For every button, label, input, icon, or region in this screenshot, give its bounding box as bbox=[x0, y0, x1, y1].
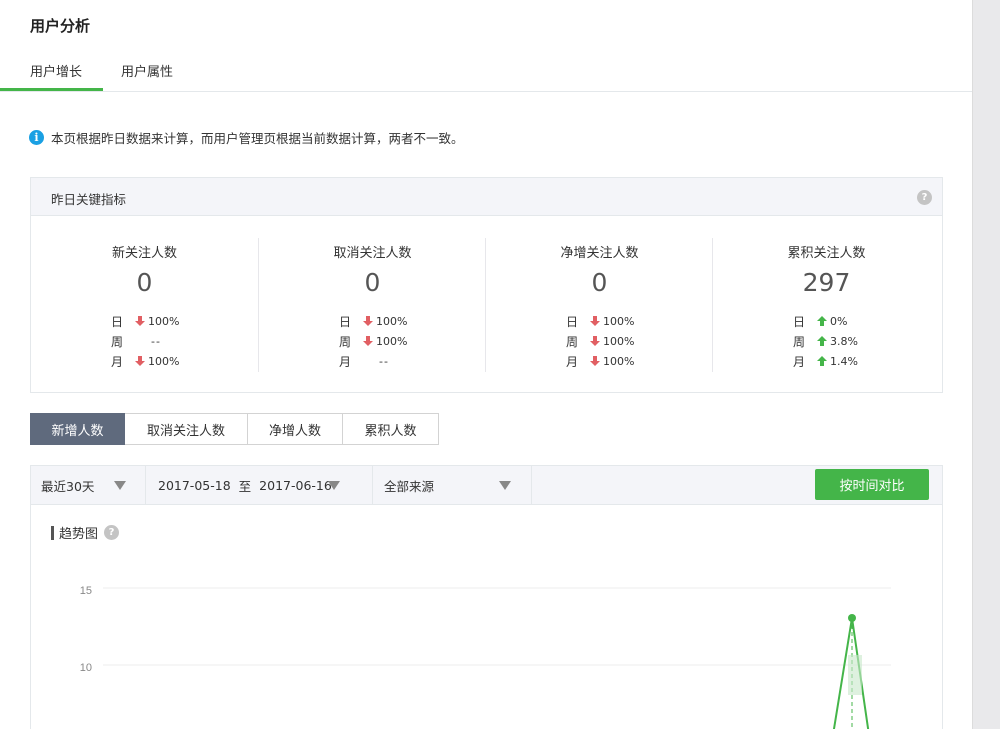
trend-row: 月 -- bbox=[339, 353, 389, 369]
metric-name: 取消关注人数 bbox=[333, 246, 412, 261]
chevron-down-icon bbox=[114, 481, 126, 490]
trend-period: 周 bbox=[793, 334, 806, 349]
trend-row: 日 100% bbox=[111, 313, 179, 329]
trend-row: 周 100% bbox=[339, 333, 407, 349]
watermark-mark bbox=[848, 655, 862, 695]
metric-card: 累积关注人数 297 日 0% 周 3.8% 月 1.4% bbox=[712, 238, 939, 372]
metric-card: 取消关注人数 0 日 100% 周 100% 月 -- bbox=[258, 238, 485, 372]
arrow-down-icon bbox=[135, 356, 145, 366]
arrow-up-icon bbox=[817, 356, 827, 366]
trend-value: 100% bbox=[603, 354, 635, 368]
compare-by-time-button[interactable]: 按时间对比 bbox=[815, 469, 929, 500]
key-metrics-title: 昨日关键指标 bbox=[51, 192, 127, 207]
arrow-down-icon bbox=[590, 336, 600, 346]
trend-row: 日 100% bbox=[339, 313, 407, 329]
trend-period: 月 bbox=[566, 354, 579, 369]
trend-value: 100% bbox=[603, 314, 635, 328]
trend-period: 月 bbox=[111, 354, 124, 369]
range-select[interactable]: 最近30天 bbox=[31, 466, 146, 504]
arrow-down-icon bbox=[590, 356, 600, 366]
page: 用户分析 用户增长 用户属性 i 本页根据昨日数据来计算，而用户管理页根据当前数… bbox=[0, 0, 1000, 729]
arrow-down-icon bbox=[590, 316, 600, 326]
arrow-up-icon bbox=[817, 336, 827, 346]
trend-value: -- bbox=[151, 334, 161, 348]
date-to: 2017-06-16 bbox=[259, 477, 332, 493]
segment-net-growth[interactable]: 净增人数 bbox=[248, 413, 343, 445]
trend-value: 3.8% bbox=[830, 334, 858, 348]
trend-period: 日 bbox=[111, 314, 124, 329]
segment-cumulative[interactable]: 累积人数 bbox=[343, 413, 439, 445]
trend-chart: 15 10 bbox=[80, 585, 891, 729]
metric-card: 新关注人数 0 日 100% 周 -- 月 100% bbox=[31, 238, 258, 372]
chevron-down-icon bbox=[328, 481, 340, 490]
date-from: 2017-05-18 bbox=[158, 477, 231, 493]
trend-row: 月 100% bbox=[111, 353, 179, 369]
tab-user-attributes[interactable]: 用户属性 bbox=[121, 61, 173, 80]
trend-row: 日 100% bbox=[566, 313, 634, 329]
trend-period: 日 bbox=[793, 314, 806, 329]
metric-name: 净增关注人数 bbox=[560, 246, 639, 261]
trend-period: 周 bbox=[339, 334, 352, 349]
trend-period: 周 bbox=[566, 334, 579, 349]
trend-value: 100% bbox=[148, 354, 180, 368]
trend-value: 100% bbox=[603, 334, 635, 348]
y-tick-10: 10 bbox=[80, 662, 92, 674]
filter-bar: 最近30天 2017-05-18 至 2017-06-16 全部来源 按时间对比 bbox=[30, 465, 943, 505]
source-select[interactable]: 全部来源 bbox=[373, 466, 532, 504]
page-title: 用户分析 bbox=[30, 17, 91, 35]
active-tab-indicator bbox=[0, 88, 103, 91]
metric-name: 累积关注人数 bbox=[787, 246, 866, 261]
trend-row: 周 -- bbox=[111, 333, 161, 349]
notice-text: 本页根据昨日数据来计算，而用户管理页根据当前数据计算，两者不一致。 bbox=[51, 131, 464, 146]
arrow-down-icon bbox=[363, 336, 373, 346]
trend-chart-panel: 趋势图 ? 15 10 bbox=[30, 505, 943, 729]
trend-value: 0% bbox=[830, 314, 848, 328]
range-select-value: 最近30天 bbox=[41, 478, 95, 494]
date-range-picker[interactable]: 2017-05-18 至 2017-06-16 bbox=[146, 466, 373, 504]
arrow-up-icon bbox=[817, 316, 827, 326]
trend-period: 周 bbox=[111, 334, 124, 349]
metric-value: 0 bbox=[591, 268, 608, 297]
arrow-down-icon bbox=[135, 316, 145, 326]
scrollbar[interactable] bbox=[972, 0, 1000, 729]
trend-row: 月 100% bbox=[566, 353, 634, 369]
metric-value: 0 bbox=[136, 268, 153, 297]
chevron-down-icon bbox=[499, 481, 511, 490]
trend-row: 周 100% bbox=[566, 333, 634, 349]
trend-value: -- bbox=[379, 354, 389, 368]
trend-period: 月 bbox=[793, 354, 806, 369]
trend-row: 月 1.4% bbox=[793, 353, 858, 369]
trend-row: 日 0% bbox=[793, 313, 847, 329]
trend-value: 1.4% bbox=[830, 354, 858, 368]
trend-period: 日 bbox=[566, 314, 579, 329]
source-select-value: 全部来源 bbox=[384, 478, 435, 494]
data-point[interactable] bbox=[848, 614, 856, 622]
trend-value: 100% bbox=[148, 314, 180, 328]
trend-value: 100% bbox=[376, 334, 408, 348]
key-metrics-panel: 昨日关键指标 ? 新关注人数 0 日 100% 周 -- 月 100% 取消关注人数 0 日 100%… bbox=[30, 177, 943, 393]
segment-new-users[interactable]: 新增人数 bbox=[30, 413, 125, 445]
y-tick-15: 15 bbox=[80, 585, 92, 597]
metric-value: 297 bbox=[802, 268, 851, 297]
arrow-down-icon bbox=[363, 316, 373, 326]
metric-value: 0 bbox=[364, 268, 381, 297]
segment-unfollow[interactable]: 取消关注人数 bbox=[125, 413, 248, 445]
tab-bar: 用户增长 用户属性 bbox=[0, 52, 972, 92]
metric-name: 新关注人数 bbox=[111, 246, 177, 261]
info-icon: i bbox=[29, 130, 44, 145]
help-icon[interactable]: ? bbox=[917, 190, 932, 205]
trend-row: 周 3.8% bbox=[793, 333, 858, 349]
key-metrics-header: 昨日关键指标 ? bbox=[31, 178, 942, 216]
date-separator: 至 bbox=[238, 478, 252, 494]
trend-period: 日 bbox=[339, 314, 352, 329]
trend-period: 月 bbox=[339, 354, 352, 369]
tab-user-growth[interactable]: 用户增长 bbox=[30, 61, 82, 80]
metric-segment-tabs: 新增人数 取消关注人数 净增人数 累积人数 bbox=[30, 413, 439, 445]
trend-value: 100% bbox=[376, 314, 408, 328]
notice: i 本页根据昨日数据来计算，而用户管理页根据当前数据计算，两者不一致。 bbox=[29, 128, 464, 147]
metric-card: 净增关注人数 0 日 100% 周 100% 月 100% bbox=[485, 238, 712, 372]
